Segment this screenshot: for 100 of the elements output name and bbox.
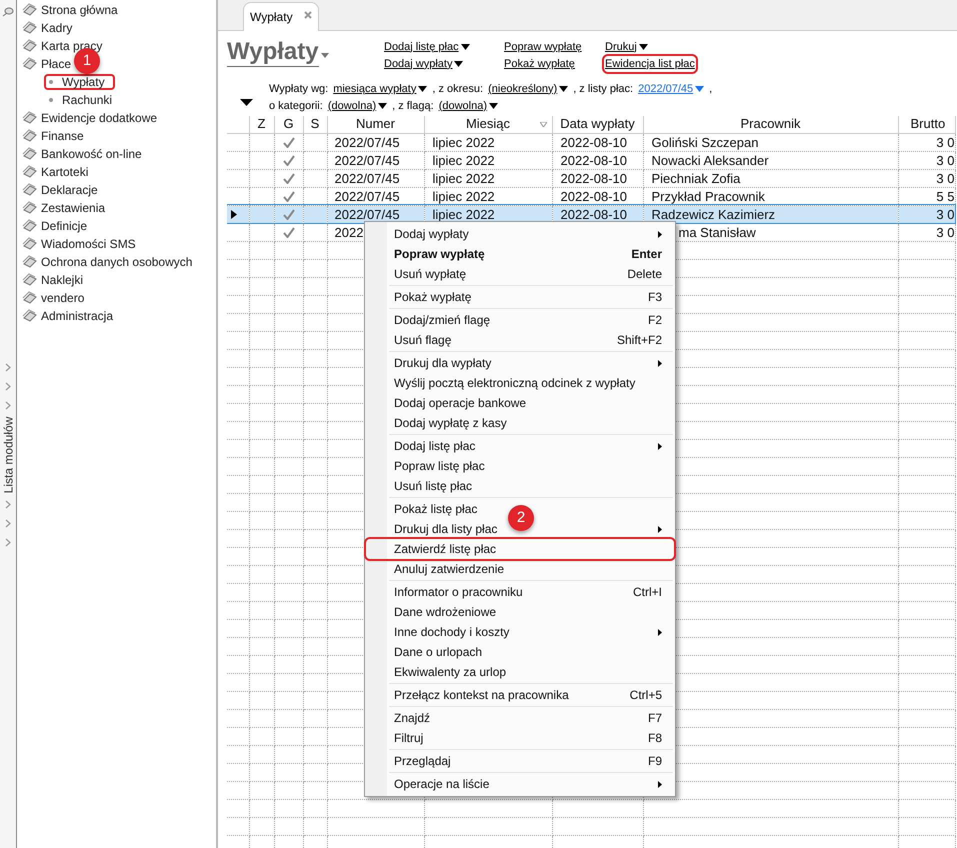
column-header[interactable]: Numer [327,116,424,133]
table-cell: Przykład Pracownik [652,188,765,204]
close-icon[interactable] [304,11,312,19]
module-item[interactable]: Strona główna [41,1,118,19]
menu-item[interactable]: Zatwierdź listę płac [394,540,496,558]
strip-label[interactable]: Lista modułów [0,416,17,494]
menu-item[interactable]: Drukuj dla listy płac [394,520,498,538]
menu-item[interactable]: Dodaj/zmień flagę [394,311,490,329]
menu-item[interactable]: Dodaj listę płac [394,437,476,455]
column-header[interactable]: Miesiąc [424,116,552,133]
submodule-item[interactable]: Wypłaty [62,73,105,91]
module-item[interactable]: Kartoteki [41,163,88,181]
action-link[interactable]: Dodaj listę płac [383,39,471,55]
table-cell: 3 0 [936,224,954,240]
chevron-right-icon[interactable] [5,401,11,410]
filter-link[interactable]: 2022/07/45 [638,80,704,98]
menu-item[interactable]: Usuń flagę [394,331,452,349]
filter-dropdown[interactable]: (dowolna) [438,98,498,114]
menu-item[interactable]: Drukuj dla wypłaty [394,354,492,372]
menu-item[interactable]: Dodaj operacje bankowe [394,394,526,412]
menu-item[interactable]: Usuń listę płac [394,477,472,495]
action-link[interactable]: Dodaj wypłaty [383,56,464,72]
menu-item[interactable]: Wyślij pocztą elektroniczną odcinek z wypłaty [394,374,636,392]
table-row[interactable]: 2022/07/45 lipiec 2022 2022-08-10 Piechniak Zofia 3 0 [227,169,955,187]
module-item[interactable]: Kadry [41,19,72,37]
table-row[interactable]: 2022/07/45 lipiec 2022 2022-08-10 Goliński Szczepan 3 0 [227,133,955,151]
table-cell: 2022/07/45 [334,152,400,168]
menu-item[interactable]: Anuluj zatwierdzenie [394,560,504,578]
module-item[interactable]: Deklaracje [41,181,98,199]
sheets-icon [22,309,37,323]
action-link[interactable]: Pokaż wypłatę [503,56,576,72]
module-item[interactable]: Naklejki [41,271,84,289]
chevron-right-icon[interactable] [5,500,11,509]
filter-icon[interactable] [540,122,546,127]
menu-item[interactable]: Dane wdrożeniowe [394,603,496,621]
column-header[interactable]: S [303,116,327,133]
menu-item[interactable]: Popraw listę płac [394,457,485,475]
menu-item[interactable]: Dane o urlopach [394,643,482,661]
table-cell: 3 0 [936,134,954,150]
caret-icon [489,103,498,109]
action-link[interactable]: Drukuj [604,39,649,55]
table-cell: 2022/07/45 [334,188,400,204]
menu-item[interactable]: Ekwiwalenty za urlop [394,663,506,681]
submodule-item[interactable]: Rachunki [62,91,112,109]
check-icon [282,208,294,220]
filter-dropdown[interactable]: miesiąca wypłaty [333,80,428,98]
module-item[interactable]: Wiadomości SMS [41,235,136,253]
menu-item[interactable]: Dodaj wypłatę z kasy [394,414,507,432]
filter-dropdown[interactable]: (dowolna) [328,98,388,114]
table-row[interactable]: 2022/07/45 lipiec 2022 2022-08-10 Nowacki Aleksander 3 0 [227,151,955,169]
menu-item[interactable]: Przeglądaj [394,752,451,770]
menu-item[interactable]: Usuń wypłatę [394,265,466,283]
menu-item[interactable]: Filtruj [394,729,424,747]
document-tab[interactable]: Wypłaty [243,2,319,31]
table-cell: 2022-08-10 [560,134,627,150]
menu-item[interactable]: Informator o pracowniku [394,583,523,601]
menu-item[interactable]: Pokaż wypłatę [394,288,472,306]
sheets-icon [22,57,37,71]
chevron-right-icon[interactable] [5,519,11,528]
menu-item[interactable]: Operacje na liście [394,775,490,793]
module-item[interactable]: Ochrona danych osobowych [41,253,192,271]
module-item[interactable]: Zestawienia [41,199,106,217]
table-cell: 2022-08-10 [560,152,627,168]
module-item[interactable]: Płace [41,55,72,73]
column-header[interactable]: Z [249,116,274,133]
module-item[interactable]: Definicje [41,217,88,235]
module-item[interactable]: Bankowość on-line [41,145,142,163]
menu-item[interactable]: Przełącz kontekst na pracownika [394,686,569,704]
module-item[interactable]: vendero [41,289,84,307]
shortcut-label: F2 [648,312,662,329]
menu-item[interactable]: Inne dochody i koszty [394,623,510,641]
module-item[interactable]: Ewidencje dodatkowe [41,109,158,127]
shortcut-label: F7 [648,710,662,727]
filter-dropdown[interactable]: (nieokreślony) [488,80,568,98]
module-item[interactable]: Finanse [41,127,84,145]
column-header[interactable]: Data wypłaty [552,116,643,133]
action-link[interactable]: Ewidencja list płac [604,56,696,72]
column-header[interactable]: G [274,116,303,133]
collapse-caret-icon[interactable] [240,98,253,106]
action-link[interactable]: Popraw wypłatę [503,39,583,55]
chevron-right-icon[interactable] [5,538,11,547]
filter-label: Wypłaty wg: [269,82,328,97]
menu-item[interactable]: Popraw wypłatę [394,245,485,263]
caret-icon [418,86,428,92]
column-header[interactable]: Pracownik [643,116,898,133]
page-title[interactable]: Wypłaty [227,38,319,67]
column-header[interactable]: Brutto [898,116,955,133]
caret-icon[interactable] [320,53,329,58]
table-cell: 2022 [334,224,364,240]
shortcut-label: Delete [627,266,662,283]
chevron-right-icon[interactable] [5,363,11,372]
table-row[interactable]: 2022/07/45 lipiec 2022 2022-08-10 Radzewicz Kazimierz 3 0 [227,205,955,223]
menu-item[interactable]: Dodaj wypłaty [394,225,469,243]
menu-item[interactable]: Znajdź [394,709,430,727]
check-icon [282,136,294,148]
table-cell: Nowacki Aleksander [652,152,769,168]
menu-item[interactable]: Pokaż listę płac [394,500,478,518]
chevron-right-icon[interactable] [5,382,11,391]
filter-label: , z flagą: [392,98,434,114]
module-item[interactable]: Administracja [41,307,114,325]
